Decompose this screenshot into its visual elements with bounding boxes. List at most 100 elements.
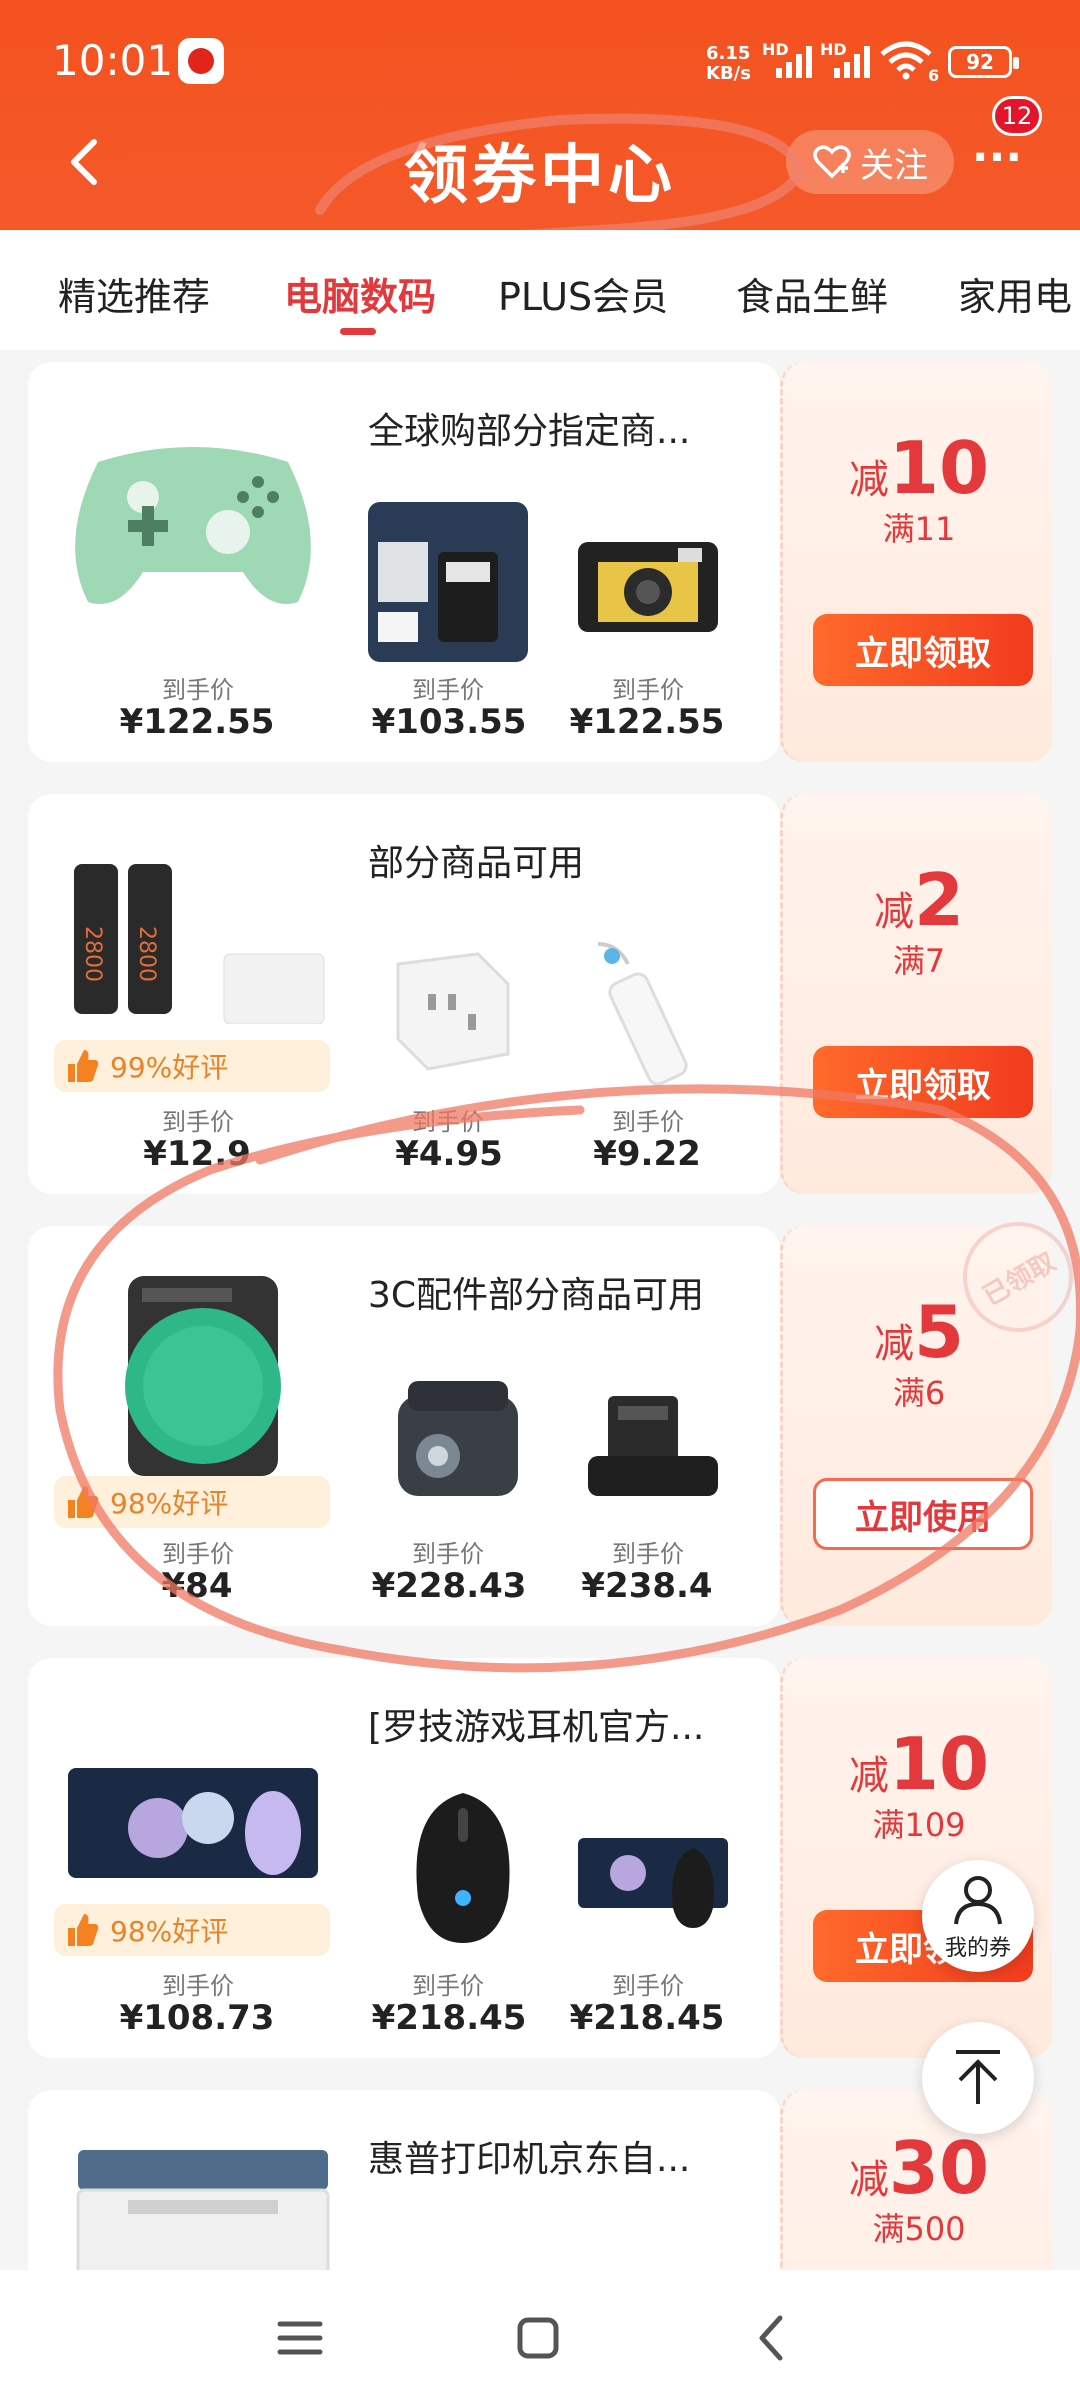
price-label: 到手价 [162,676,234,704]
discount-amount: 减10 满11 [783,426,1055,550]
person-icon [954,1876,1002,1925]
tab-home-appliance[interactable]: 家用电 [958,266,1072,321]
discount-prefix: 减 [848,1753,889,1799]
coupon-card[interactable]: 98%好评 到手价 ¥84 到手价 ¥228.43 到手价 ¥238.4 3C配… [28,1201,1080,1626]
coupon-products: 2800 2800 99%好评 到手价 ¥12.9 到手价 ¥4.95 到手价 … [28,794,780,1194]
my-coupons-label: 我的券 [944,1936,1011,1961]
thumbs-up-icon [68,1914,99,1946]
coupon-name: 3C配件部分商品可用 [368,1275,705,1316]
price-label: 到手价 [162,1972,234,2000]
network-speed: 6.15 KB/s [706,44,751,84]
wifi-icon [880,41,932,80]
price-label: 到手价 [612,1540,684,1568]
discount-value: 10 [888,1722,990,1806]
charger-case-image[interactable] [378,1376,528,1506]
signal-icon-2 [834,44,870,78]
product-price: ¥218.45 [371,1998,527,2038]
tab-fresh-food[interactable]: 食品生鲜 [736,266,888,321]
product-price: ¥9.22 [593,1134,701,1174]
coupon-products: 惠普打印机京东自... [28,2090,780,2270]
product-price: ¥238.4 [581,1566,713,1606]
price-label: 到手价 [612,1972,684,2000]
nav-back-icon[interactable] [742,2308,802,2368]
price-label: 到手价 [612,1108,684,1136]
lens-filter-image[interactable] [118,1276,298,1476]
coupon-card[interactable]: 到手价 ¥122.55 到手价 ¥103.55 到手价 ¥122.55 全球购部… [28,362,1052,762]
power-strip-image[interactable] [568,934,728,1094]
rating-text: 98%好评 [110,1487,229,1520]
discount-value: 10 [888,426,990,510]
mousepad-image[interactable] [68,1758,318,1888]
svg-text:2800: 2800 [80,926,105,982]
claim-coupon-button[interactable]: 立即领取 [813,1046,1033,1118]
home-square-icon[interactable] [508,2308,568,2368]
coupon-name: 全球购部分指定商... [368,411,691,452]
coupon-name: 惠普打印机京东自... [368,2139,691,2180]
product-price: ¥228.43 [371,1566,527,1606]
heart-plus-icon [813,145,851,179]
discount-prefix: 减 [848,457,889,503]
notification-badge: 12 [992,96,1042,136]
price-label: 到手价 [412,1540,484,1568]
battery-image[interactable]: 2800 2800 [64,864,334,1024]
back-to-top-button[interactable] [922,2022,1034,2134]
follow-button[interactable]: 关注 [786,130,954,194]
category-tabs: 精选推荐 电脑数码 PLUS会员 食品生鲜 家用电 [0,230,1080,350]
coupon-products: 98%好评 到手价 ¥84 到手价 ¥228.43 到手价 ¥238.4 3C配… [28,1226,780,1626]
memory-card-image[interactable] [368,502,528,662]
status-bar: 10:01 6.15 KB/s HD HD 6 92 [0,0,1080,120]
product-price: ¥122.55 [119,702,275,742]
discount-amount: 减2 满7 [783,858,1055,982]
discount-value: 5 [913,1290,965,1374]
discount-prefix: 减 [873,889,914,935]
printer-image[interactable] [68,2140,338,2270]
rating-text: 98%好评 [110,1915,229,1948]
menu-icon[interactable] [270,2308,330,2368]
system-nav-bar [0,2270,1080,2400]
coupon-name: [罗技游戏耳机官方... [368,1707,705,1748]
threshold-text: 满6 [892,1374,946,1412]
wifi-label: 6 [928,66,940,85]
coupon-card[interactable]: 2800 2800 99%好评 到手价 ¥12.9 到手价 ¥4.95 到手价 … [28,794,1052,1194]
product-price: ¥12.9 [143,1134,251,1174]
coupon-products: 到手价 ¥122.55 到手价 ¥103.55 到手价 ¥122.55 全球购部… [28,362,780,762]
use-coupon-button[interactable]: 立即使用 [813,1478,1033,1550]
my-coupons-button[interactable]: 我的券 [922,1860,1034,1972]
discount-amount: 减30 满500 [783,2126,1052,2250]
price-label: 到手价 [162,1540,234,1568]
product-price: ¥108.73 [119,1998,275,2038]
discount-prefix: 减 [873,1321,914,1367]
price-label: 到手价 [612,676,684,704]
claim-coupon-button[interactable]: 立即领取 [813,614,1033,686]
threshold-text: 满7 [892,942,946,980]
camera-image[interactable] [568,522,728,642]
top-bar: 10:01 6.15 KB/s HD HD 6 92 领券中心 关注 ··· 1… [0,0,1080,230]
tab-recommended[interactable]: 精选推荐 [58,266,210,321]
tab-plus-member[interactable]: PLUS会员 [498,266,668,321]
net-speed-value: 6.15 [706,43,751,64]
price-label: 到手价 [412,1108,484,1136]
thumbs-up-icon [68,1050,99,1082]
price-label: 到手价 [162,1108,234,1136]
coupon-card[interactable]: 98%好评 到手价 ¥108.73 到手价 ¥218.45 到手价 ¥218.4… [28,1658,1052,2058]
gamepad-image[interactable] [58,422,328,612]
more-menu-button[interactable]: ··· [962,136,1032,188]
tab-computer-digital[interactable]: 电脑数码 [284,266,436,321]
coupon-products: 98%好评 到手价 ¥108.73 到手价 ¥218.45 到手价 ¥218.4… [28,1658,780,2058]
gaming-mouse-image[interactable] [398,1788,528,1948]
status-time: 10:01 [52,36,174,85]
product-price: ¥84 [161,1566,233,1606]
coupon-card[interactable]: 惠普打印机京东自... 减30 满500 [28,2090,1052,2270]
coupon-deal: 已领取 减5 满6 立即使用 [780,1201,1080,1626]
rating-badge: 99%好评 [54,1040,330,1092]
threshold-text: 满500 [872,2210,966,2248]
mousepad-mouse-image[interactable] [578,1828,728,1938]
product-price: ¥122.55 [569,702,725,742]
coupon-deal: 减10 满11 立即领取 [780,362,1052,762]
power-socket-image[interactable] [368,934,528,1084]
battery-level: 92 [966,50,994,74]
active-tab-indicator [340,328,376,335]
signal-icon [776,44,812,78]
battery-icon: 92 [948,46,1019,78]
battery-charger-image[interactable] [578,1386,728,1516]
